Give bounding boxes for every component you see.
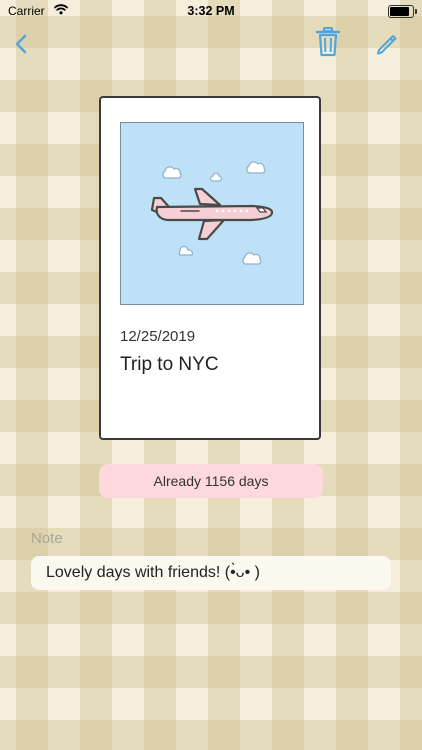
delete-button[interactable] (314, 26, 342, 58)
battery-icon (388, 5, 417, 18)
memory-title: Trip to NYC (120, 354, 219, 375)
trash-icon (315, 27, 341, 57)
edit-button[interactable] (374, 30, 400, 56)
memory-photo (120, 122, 304, 305)
memory-card: 12/25/2019 Trip to NYC (99, 96, 321, 440)
status-bar: Carrier 3:32 PM (0, 0, 422, 22)
note-text: Lovely days with friends! (•̀ᴗ• ) (31, 556, 391, 590)
pencil-icon (377, 35, 397, 55)
chevron-left-icon (15, 34, 27, 54)
status-time: 3:32 PM (187, 4, 235, 18)
days-count-badge: Already 1156 days (99, 464, 323, 498)
back-button[interactable] (10, 30, 34, 58)
airplane-icon (150, 161, 274, 265)
memory-date: 12/25/2019 (120, 328, 196, 345)
note-label: Note (31, 530, 63, 547)
